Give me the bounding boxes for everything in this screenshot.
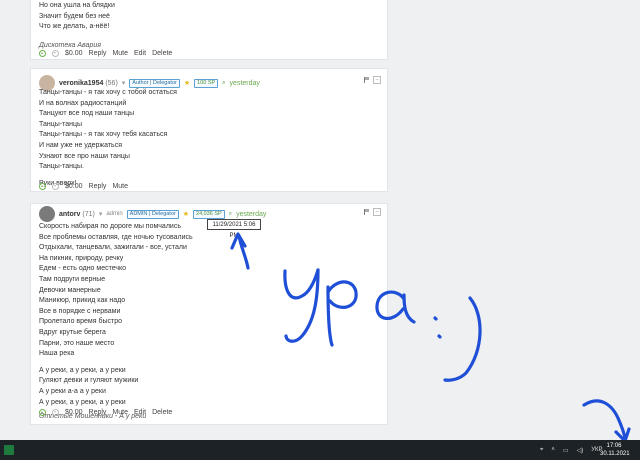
comment-line: Что же делать, а-нёё!	[39, 23, 110, 31]
timestamp-link[interactable]: yesterday	[236, 211, 266, 218]
flag-icon[interactable]	[364, 77, 369, 83]
comment-line: Наша река	[39, 350, 75, 358]
username-link[interactable]: veronika1954 (56)	[59, 80, 118, 87]
upvote-icon[interactable]	[39, 182, 46, 190]
downvote-icon[interactable]	[52, 49, 59, 57]
comment-line: А у реки а-а а у реки	[39, 387, 106, 395]
comment-actions: $0.00 Reply Mute Edit Delete	[39, 406, 172, 418]
downvote-icon[interactable]	[52, 408, 59, 416]
chevron-up-icon[interactable]: ˄	[551, 447, 555, 453]
sp-badge: 100 SP	[194, 78, 219, 88]
comment-body: Скорость набирая по дороге мы помчались …	[31, 222, 193, 423]
search-icon[interactable]: ⌕	[222, 80, 225, 87]
system-tray: ⌖ ˄ ▭ ◁) УКР	[540, 440, 603, 460]
comment-body: Но она ушла на блядки Значит будем без н…	[39, 1, 115, 51]
edit-button[interactable]: Edit	[134, 409, 146, 416]
clock-time: 17:06	[606, 443, 622, 449]
star-icon: ★	[183, 80, 191, 87]
edit-button[interactable]: Edit	[134, 50, 146, 57]
comment-line: Вдруг крутые берега	[39, 328, 106, 336]
comment-line: Гуляют девки и гуляют мужики	[39, 377, 139, 385]
comment-actions: $0.00 Reply Mute Edit Delete	[39, 47, 172, 59]
timestamp-link[interactable]: yesterday	[230, 80, 260, 87]
comment-line: Едем - есть одно местечко	[39, 265, 127, 273]
volume-icon[interactable]: ◁)	[577, 447, 584, 454]
reply-button[interactable]: Reply	[89, 183, 107, 190]
comment-card-3: antorv (71) ▾ admin ADMIN | Delegator ★ …	[30, 203, 388, 425]
network-icon[interactable]: ▭	[563, 447, 569, 454]
avatar[interactable]	[39, 206, 55, 222]
comment-line: А у реки, а у реки, а у реки	[39, 366, 126, 374]
comment-line: Все проблемы оставляя, где ночью тусовал…	[39, 233, 193, 241]
comment-line: Танцуют все под наши танцы	[39, 110, 135, 118]
star-icon: ★	[182, 211, 190, 218]
comment-line: Там подруги верные	[39, 275, 106, 283]
mute-button[interactable]: Mute	[112, 50, 128, 57]
comment-line: Узнают все про наши танцы	[39, 152, 130, 160]
clock-date: 30.11.2021	[600, 451, 630, 457]
comment-line: И нам уже не удержаться	[39, 141, 122, 149]
upvote-icon[interactable]	[39, 49, 46, 57]
comment-card-1: Но она ушла на блядки Значит будем без н…	[30, 0, 388, 60]
delete-button[interactable]: Delete	[152, 409, 172, 416]
search-icon[interactable]: ⌕	[229, 211, 232, 218]
comment-body: Танцы-танцы - я так хочу с тобой остатьс…	[31, 88, 177, 189]
excel-icon[interactable]	[4, 445, 14, 455]
payout-value: $0.00	[65, 408, 83, 416]
comment-line: Танцы-танцы - я так хочу с тобой остатьс…	[39, 89, 177, 96]
comment-line: Отдыхали, танцевали, зажигали - все, уст…	[39, 244, 187, 252]
comment-line: Маникюр, прикид как надо	[39, 297, 126, 305]
comment-line: Но она ушла на блядки	[39, 2, 115, 9]
comment-line: Танцы-танцы - я так хочу тебя касаться	[39, 131, 168, 139]
comment-line: Танцы-танцы.	[39, 163, 84, 171]
comment-line: Девочки манерные	[39, 286, 101, 294]
sp-badge: 24,036 SP	[193, 209, 225, 219]
role-badge: Author | Delegator	[129, 78, 180, 88]
comment-line: На пикник, природу, речку	[39, 254, 124, 262]
mute-button[interactable]: Mute	[112, 409, 128, 416]
expand-icon[interactable]: –	[373, 76, 381, 84]
comment-card-2: veronika1954 (56) ▾ Author | Delegator ★…	[30, 68, 388, 192]
expand-icon[interactable]: –	[373, 208, 381, 216]
taskbar: ⌖ ˄ ▭ ◁) УКР 17:06 30.11.2021	[0, 440, 640, 460]
comment-line: Пролетало время быстро	[39, 318, 123, 326]
payout-value: $0.00	[65, 49, 83, 57]
notification-icon[interactable]: ⌖	[540, 447, 543, 454]
comment-line: Парни, это наше место	[39, 339, 115, 347]
comment-line: И на волнах радиостанций	[39, 99, 127, 107]
user-menu-chevron-icon[interactable]: ▾	[122, 79, 126, 87]
role-label: admin	[106, 211, 123, 217]
reply-button[interactable]: Reply	[89, 409, 107, 416]
payout-value: $0.00	[65, 182, 83, 190]
username-link[interactable]: antorv (71)	[59, 211, 95, 218]
upvote-icon[interactable]	[39, 408, 46, 416]
mute-button[interactable]: Mute	[112, 183, 128, 190]
comment-actions: $0.00 Reply Mute	[39, 180, 128, 192]
comment-line: Танцы-танцы	[39, 120, 83, 128]
timestamp-tooltip: 11/29/2021 5:06 PM	[207, 219, 261, 239]
delete-button[interactable]: Delete	[152, 50, 172, 57]
user-menu-chevron-icon[interactable]: ▾	[99, 210, 103, 218]
taskbar-clock[interactable]: 17:06 30.11.2021	[600, 442, 630, 458]
comment-line: Все в порядке с нервами	[39, 307, 121, 315]
reply-button[interactable]: Reply	[89, 50, 107, 57]
flag-icon[interactable]	[364, 209, 369, 215]
comment-line: Значит будем без неё	[39, 12, 110, 20]
downvote-icon[interactable]	[52, 182, 59, 190]
comment-line: Скорость набирая по дороге мы помчались	[39, 223, 181, 230]
role-badge: ADMIN | Delegator	[126, 209, 179, 219]
